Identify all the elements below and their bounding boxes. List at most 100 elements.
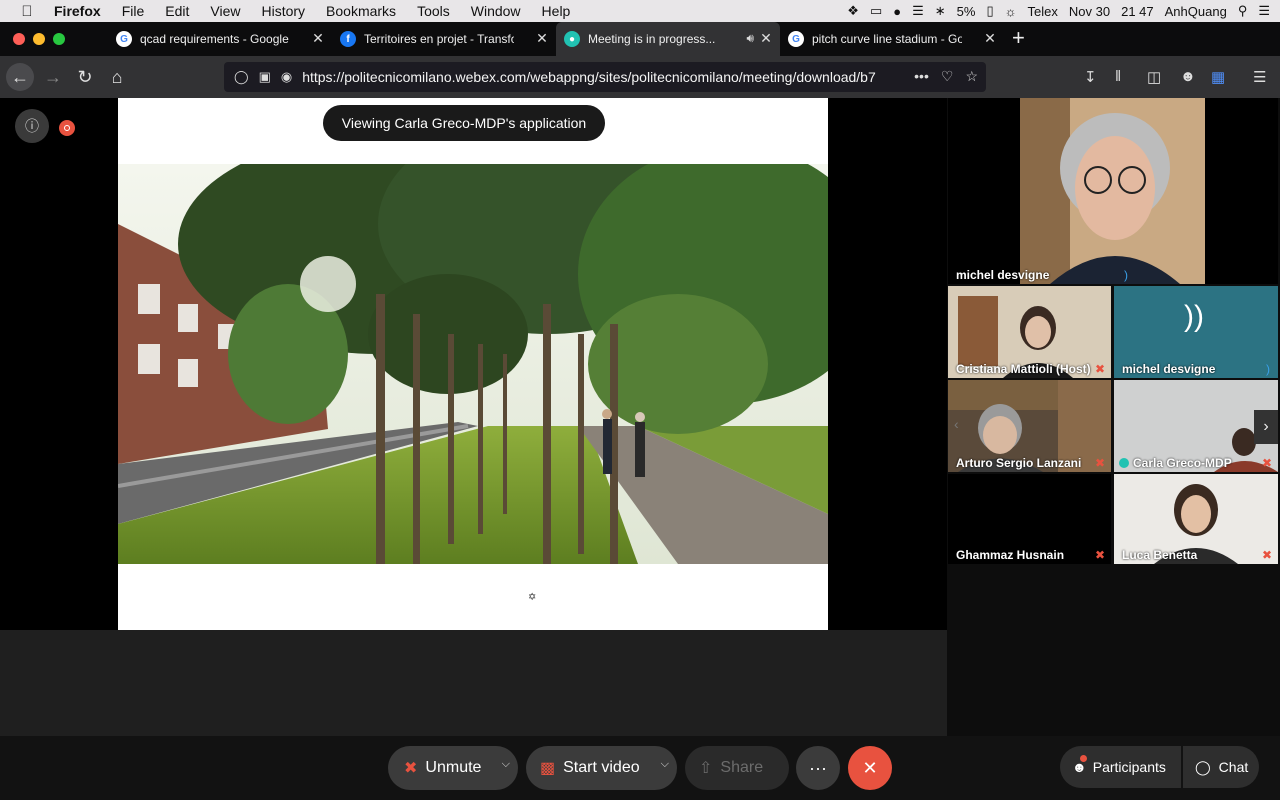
- menu-date[interactable]: Nov 30: [1069, 4, 1110, 19]
- bluetooth-icon[interactable]: ∗: [935, 3, 946, 19]
- chevron-right-icon[interactable]: ›: [1254, 410, 1278, 444]
- participant-name: Carla Greco-MDP: [1133, 456, 1232, 470]
- menu-tools[interactable]: Tools: [417, 3, 450, 19]
- muted-microphone-icon: ✖: [1094, 548, 1105, 562]
- webex-icon: ●: [564, 31, 580, 47]
- tracking-shield-icon[interactable]: ◯: [234, 69, 249, 85]
- share-button[interactable]: ⇧ Share: [685, 746, 789, 790]
- spotlight-search-icon[interactable]: ⚲: [1238, 3, 1248, 19]
- tab-title: Territoires en projet - Transform: [364, 32, 514, 46]
- participant-name: Ghammaz Husnain: [956, 548, 1065, 562]
- google-icon: G: [788, 31, 804, 47]
- video-tile-arturo-sergio-lanzani[interactable]: ‹ Arturo Sergio Lanzani ✖: [948, 380, 1111, 472]
- menu-history[interactable]: History: [261, 3, 305, 19]
- speaker-icon[interactable]: 🔊︎: [746, 31, 754, 46]
- battery-percent[interactable]: 5%: [957, 4, 976, 19]
- menu-view[interactable]: View: [210, 3, 240, 19]
- menu-user[interactable]: AnhQuang: [1165, 4, 1227, 19]
- apple-menu-icon[interactable]: : [0, 3, 54, 20]
- video-tile-michel-desvigne-audio[interactable]: )) michel desvigne ): [1114, 286, 1278, 378]
- home-icon[interactable]: ⌂: [106, 66, 128, 88]
- shared-application-window: Viewing Carla Greco-MDP's application ✡: [118, 98, 828, 630]
- muted-microphone-icon: ✖: [1094, 362, 1105, 376]
- audio-waves-icon: )): [1184, 300, 1204, 333]
- window-zoom-icon[interactable]: [53, 33, 65, 45]
- address-bar[interactable]: ◯ ▣ ◉ https://politecnicomilano.webex.co…: [224, 62, 986, 92]
- unmute-label: Unmute: [425, 759, 482, 776]
- chat-bubble-icon: ◯: [1195, 758, 1211, 775]
- pocket-icon[interactable]: ♡: [941, 68, 954, 85]
- microphone-permission-icon[interactable]: ◉: [281, 69, 292, 85]
- chevron-down-icon[interactable]: ⌵: [502, 758, 510, 771]
- url-text[interactable]: https://politecnicomilano.webex.com/weba…: [302, 69, 902, 85]
- back-arrow-icon[interactable]: ←: [6, 63, 34, 91]
- forward-arrow-icon[interactable]: →: [42, 66, 64, 88]
- lock-icon[interactable]: ▣: [259, 69, 271, 85]
- unmute-button[interactable]: ✖ Unmute ⌵: [388, 746, 518, 790]
- tab-meeting-in-progress[interactable]: ● Meeting is in progress... 🔊︎ ✕: [556, 22, 780, 56]
- bookmark-star-icon[interactable]: ☆: [965, 68, 978, 85]
- chevron-down-icon[interactable]: ⌵: [661, 758, 669, 771]
- menu-bookmarks[interactable]: Bookmarks: [326, 3, 396, 19]
- new-tab-icon[interactable]: +: [1012, 27, 1025, 49]
- share-label: Share: [720, 759, 764, 776]
- library-icon[interactable]: ‖: [1115, 68, 1121, 85]
- participants-label: Participants: [1092, 759, 1166, 775]
- window-close-icon[interactable]: [13, 33, 25, 45]
- participants-button[interactable]: ☻ Participants: [1060, 746, 1181, 788]
- window-minimize-icon[interactable]: [33, 33, 45, 45]
- video-tile-ghammaz-husnain[interactable]: Ghammaz Husnain ✖: [948, 474, 1111, 564]
- participant-name: Luca Benetta: [1122, 548, 1198, 562]
- screen-icon[interactable]: ▭: [870, 3, 882, 19]
- microphone-icon[interactable]: ●: [893, 4, 901, 19]
- menu-time[interactable]: 21 47: [1121, 4, 1154, 19]
- close-icon[interactable]: ✕: [534, 30, 550, 47]
- google-icon: G: [116, 31, 132, 47]
- tab-title: pitch curve line stadium - Goog: [812, 32, 962, 46]
- speaking-indicator-icon: ): [1124, 268, 1128, 282]
- menu-app-name[interactable]: Firefox: [54, 3, 101, 19]
- more-options-button[interactable]: ···: [796, 746, 840, 790]
- browser-tab-strip: G qcad requirements - Google Se ✕ f Terr…: [0, 22, 1280, 56]
- close-icon[interactable]: ✕: [982, 30, 998, 47]
- video-tile-luca-benetta[interactable]: Luca Benetta ✖: [1114, 474, 1278, 564]
- menu-edit[interactable]: Edit: [165, 3, 189, 19]
- tab-qcad-requirements[interactable]: G qcad requirements - Google Se ✕: [108, 22, 332, 56]
- chat-button[interactable]: ◯ Chat: [1183, 746, 1259, 788]
- recording-indicator-icon: [59, 120, 75, 136]
- stage-lower-panel: [0, 630, 947, 736]
- sidebar-icon[interactable]: ◫: [1147, 68, 1161, 86]
- account-icon[interactable]: ☻: [1180, 68, 1196, 85]
- translate-extension-icon[interactable]: ▦: [1211, 68, 1225, 86]
- wifi-icon[interactable]: ☰: [912, 3, 924, 19]
- battery-icon[interactable]: ▯: [986, 3, 993, 19]
- muted-microphone-icon: ✖: [404, 760, 418, 777]
- page-actions-icon[interactable]: •••: [914, 68, 929, 85]
- chevron-left-icon[interactable]: ‹: [954, 416, 959, 432]
- tab-territoires-en-projet[interactable]: f Territoires en projet - Transform ✕: [332, 22, 556, 56]
- speaking-indicator-icon: ): [1266, 362, 1270, 376]
- hamburger-menu-icon[interactable]: ☰: [1253, 68, 1266, 86]
- reload-icon[interactable]: ↻: [74, 66, 96, 88]
- start-video-button[interactable]: ▩ Start video ⌵: [526, 746, 677, 790]
- dropbox-icon[interactable]: ❖: [847, 3, 859, 19]
- menu-window[interactable]: Window: [471, 3, 521, 19]
- notification-center-icon[interactable]: ☰: [1258, 3, 1270, 19]
- input-source-label[interactable]: Telex: [1028, 4, 1058, 19]
- input-source-icon[interactable]: ☼: [1005, 4, 1017, 19]
- viewing-application-banner: Viewing Carla Greco-MDP's application: [323, 105, 605, 141]
- tab-pitch-curve-line[interactable]: G pitch curve line stadium - Goog ✕: [780, 22, 1004, 56]
- video-tile-carla-greco[interactable]: › Carla Greco-MDP ✖: [1114, 380, 1278, 472]
- facebook-icon: f: [340, 31, 356, 47]
- video-tile-active-speaker[interactable]: michel desvigne ): [948, 98, 1278, 284]
- menu-help[interactable]: Help: [542, 3, 571, 19]
- video-tile-cristiana-mattioli[interactable]: Cristiana Mattioli (Host) ✖: [948, 286, 1111, 378]
- leave-meeting-button[interactable]: ✕: [848, 746, 892, 790]
- meeting-info-icon[interactable]: ⓘ: [15, 109, 49, 143]
- menu-file[interactable]: File: [122, 3, 145, 19]
- close-icon[interactable]: ✕: [310, 30, 326, 47]
- meeting-control-bar: ✖ Unmute ⌵ ▩ Start video ⌵ ⇧ Share ··· ✕…: [0, 736, 1280, 800]
- close-icon[interactable]: ✕: [758, 30, 774, 47]
- share-screen-icon: ⇧: [699, 760, 713, 777]
- downloads-icon[interactable]: ↧: [1084, 68, 1097, 86]
